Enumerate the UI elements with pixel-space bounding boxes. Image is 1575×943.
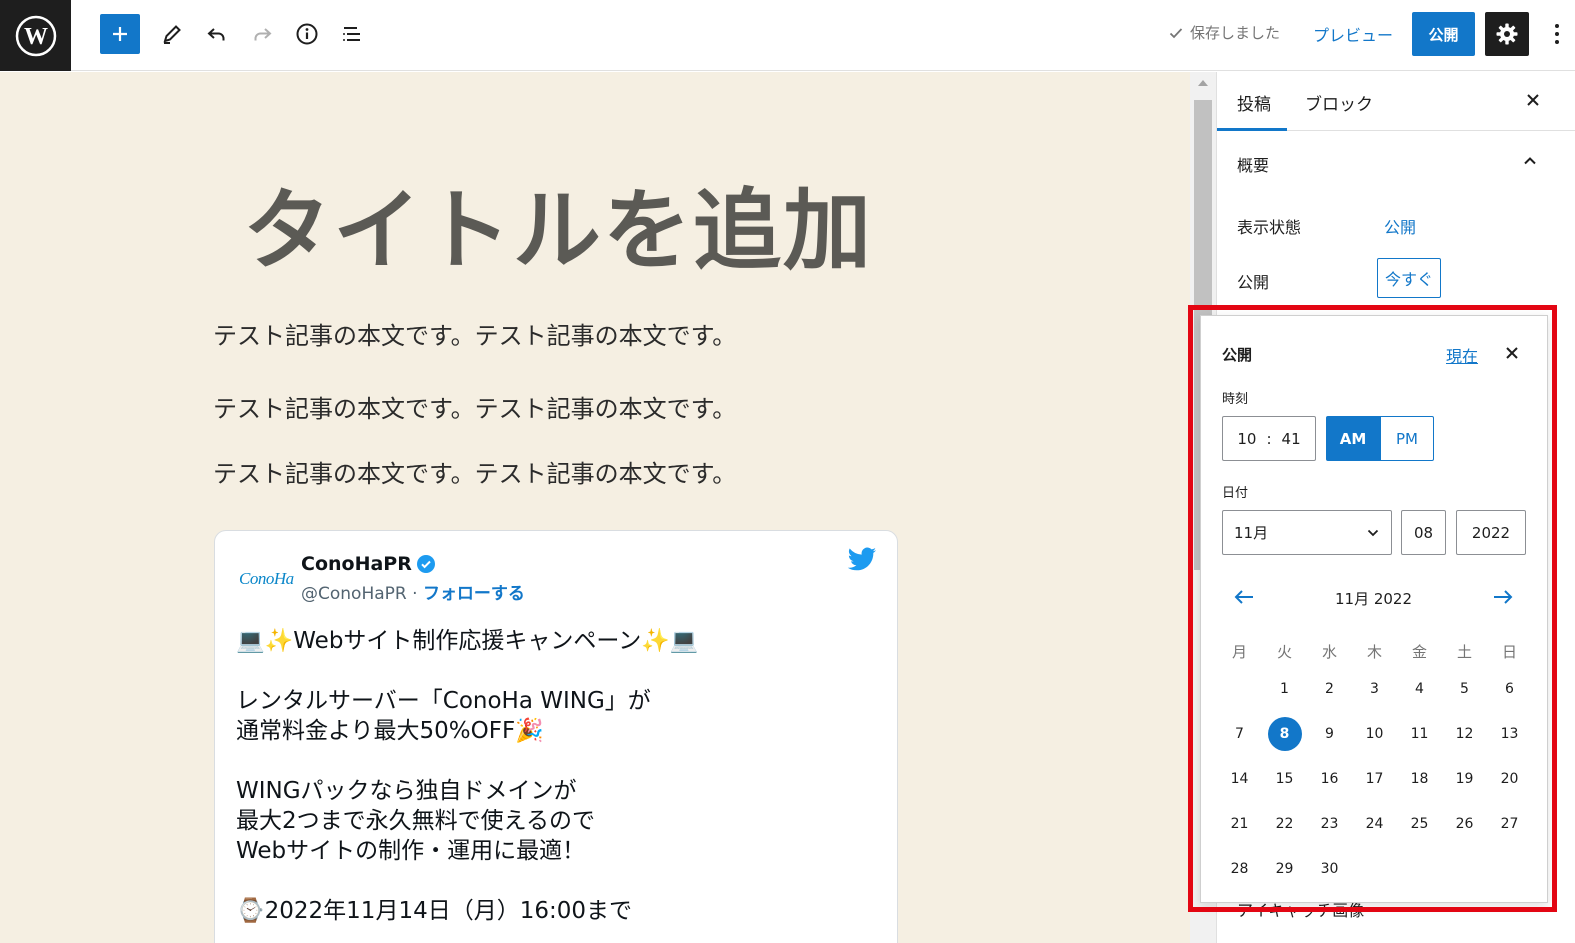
- publish-button[interactable]: 公開: [1412, 12, 1475, 56]
- tweet-text-line: レンタルサーバー「ConoHa WING」が: [236, 688, 651, 714]
- paragraph-block[interactable]: テスト記事の本文です。テスト記事の本文です。: [213, 389, 736, 424]
- tweet-text-line: 💻✨Webサイト制作応援キャンペーン✨💻: [236, 628, 699, 654]
- saved-text: 保存しました: [1190, 24, 1281, 42]
- publish-date-toggle[interactable]: 今すぐ: [1377, 258, 1441, 298]
- redo-icon[interactable]: [242, 14, 282, 54]
- chevron-up-icon[interactable]: [1521, 152, 1539, 174]
- tweet-text-line: Webサイトの制作・運用に最適！: [236, 838, 586, 864]
- undo-icon[interactable]: [197, 14, 237, 54]
- add-block-button[interactable]: [100, 14, 140, 54]
- tweet-text-line: 最大2つまで永久無料で使えるので: [236, 808, 595, 834]
- tab-block[interactable]: ブロック: [1305, 90, 1373, 115]
- preview-button[interactable]: プレビュー: [1313, 22, 1393, 46]
- sidebar-tabs: 投稿 ブロック: [1217, 72, 1575, 131]
- highlight-annotation-box: [1188, 305, 1557, 912]
- tweet-handle-row: @ConoHaPR · フォローする: [301, 579, 525, 604]
- close-sidebar-icon[interactable]: [1521, 88, 1545, 112]
- wordpress-logo-icon[interactable]: W: [0, 0, 71, 71]
- tweet-text-line: WINGパックなら独自ドメインが: [236, 778, 577, 804]
- tweet-text-line: ⌚2022年11月14日（月）16:00まで: [236, 898, 632, 924]
- tweet-text-line: 通常料金より最大50%OFF🎉: [236, 718, 544, 744]
- scroll-up-arrow-icon[interactable]: [1198, 80, 1208, 86]
- post-title-input[interactable]: タイトルを追加: [243, 160, 873, 287]
- editor-header: W 保存しました プレビュー 公開: [0, 0, 1575, 71]
- tweet-author[interactable]: ConoHaPR: [301, 553, 436, 575]
- tweet-handle[interactable]: @ConoHaPR: [301, 584, 407, 604]
- active-tab-indicator: [1217, 128, 1287, 131]
- more-options-icon[interactable]: [1543, 14, 1571, 54]
- visibility-label: 表示状態: [1237, 218, 1302, 237]
- verified-badge-icon: [416, 555, 435, 573]
- paragraph-block[interactable]: テスト記事の本文です。テスト記事の本文です。: [213, 316, 736, 351]
- saved-status: 保存しました: [1168, 22, 1280, 43]
- list-view-icon[interactable]: [332, 14, 372, 54]
- conoha-logo: ConoHa: [239, 569, 294, 588]
- editor-canvas: タイトルを追加 テスト記事の本文です。テスト記事の本文です。 テスト記事の本文で…: [0, 72, 1190, 943]
- twitter-embed-block[interactable]: ConoHa ConoHaPR @ConoHaPR · フォローする 💻✨Web…: [214, 530, 898, 943]
- info-icon[interactable]: [287, 14, 327, 54]
- handle-separator: ·: [406, 584, 423, 604]
- settings-gear-icon[interactable]: [1485, 12, 1529, 56]
- check-icon: [1169, 27, 1183, 38]
- twitter-bird-icon[interactable]: [847, 547, 877, 577]
- tweet-author-name[interactable]: ConoHaPR: [301, 553, 412, 575]
- edit-pencil-icon[interactable]: [152, 14, 192, 54]
- tab-post[interactable]: 投稿: [1237, 90, 1271, 115]
- publish-date-label: 公開: [1237, 273, 1270, 292]
- visibility-toggle[interactable]: 公開: [1384, 214, 1416, 238]
- paragraph-block[interactable]: テスト記事の本文です。テスト記事の本文です。: [213, 454, 736, 489]
- follow-link[interactable]: フォローする: [423, 584, 525, 604]
- svg-text:W: W: [24, 24, 48, 50]
- summary-panel-title[interactable]: 概要: [1237, 152, 1269, 176]
